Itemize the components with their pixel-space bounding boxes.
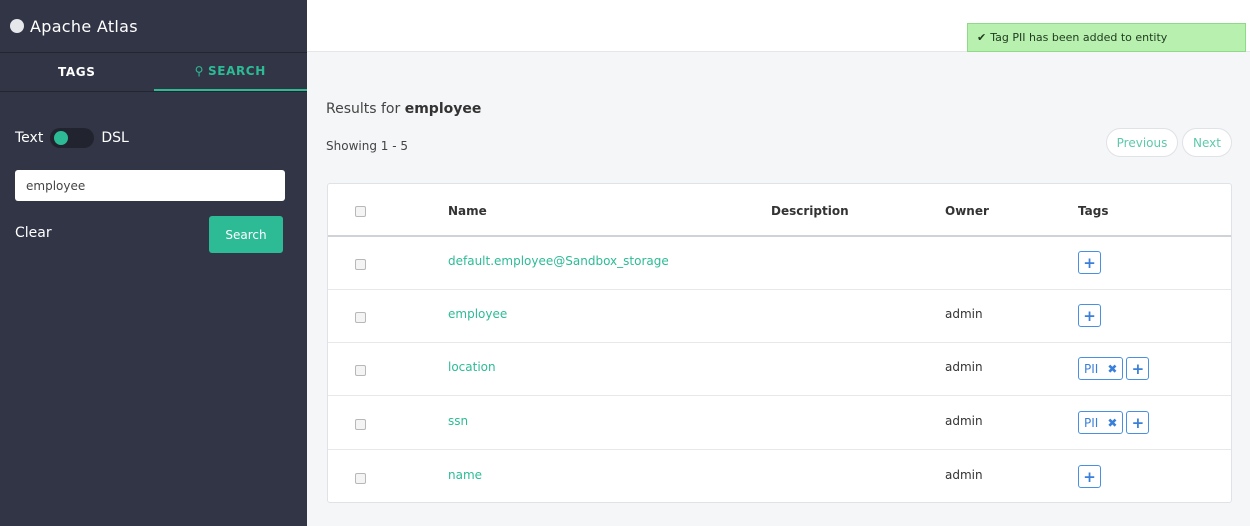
results-query: employee [404, 101, 482, 117]
results-table: Name Description Owner Tags default.empl… [327, 183, 1232, 503]
app-brand[interactable]: Apache Atlas [0, 0, 307, 53]
results-prefix: Results for [326, 101, 401, 117]
entity-link[interactable]: name [448, 468, 482, 482]
tag-label: PII [1084, 415, 1099, 430]
search-icon: ⚲ [194, 64, 205, 78]
entity-link[interactable]: location [448, 360, 496, 374]
select-all-checkbox[interactable] [355, 206, 366, 217]
sidebar: Apache Atlas TAGS ⚲SEARCH Text DSL Clear… [0, 0, 307, 526]
entity-link[interactable]: ssn [448, 414, 468, 428]
tag-badge[interactable]: PII ✖ [1078, 357, 1124, 380]
table-row: ssn admin PII ✖ + [328, 397, 1231, 450]
owner-cell: admin [945, 414, 983, 428]
showing-count: Showing 1 - 5 [326, 139, 408, 153]
toast-message: Tag PII has been added to entity [990, 31, 1168, 44]
row-checkbox[interactable] [355, 259, 366, 270]
col-tags: Tags [1078, 204, 1109, 218]
owner-cell: admin [945, 360, 983, 374]
app-title: Apache Atlas [30, 16, 138, 36]
col-owner[interactable]: Owner [945, 204, 989, 218]
next-button[interactable]: Next [1182, 128, 1232, 157]
row-checkbox[interactable] [355, 312, 366, 323]
col-name[interactable]: Name [448, 204, 487, 218]
globe-icon [10, 19, 24, 33]
check-circle-icon: ✔ [977, 31, 987, 44]
entity-link[interactable]: default.employee@Sandbox_storage [448, 254, 669, 268]
row-checkbox[interactable] [355, 365, 366, 376]
remove-tag-icon[interactable]: ✖ [1107, 416, 1117, 430]
row-checkbox[interactable] [355, 473, 366, 484]
search-button[interactable]: Search [209, 216, 283, 253]
add-tag-button[interactable]: + [1078, 251, 1101, 274]
tab-search[interactable]: ⚲ SEARCH [153, 53, 307, 91]
tag-badge[interactable]: PII ✖ [1078, 411, 1124, 434]
search-mode-toggle[interactable] [50, 128, 95, 148]
col-description[interactable]: Description [771, 204, 849, 218]
tag-label: PII [1084, 361, 1099, 376]
add-tag-button[interactable]: + [1078, 304, 1101, 327]
previous-button[interactable]: Previous [1106, 128, 1178, 157]
remove-tag-icon[interactable]: ✖ [1107, 362, 1117, 376]
row-checkbox[interactable] [355, 419, 366, 430]
toggle-label-dsl: DSL [101, 130, 129, 146]
add-tag-button[interactable]: + [1126, 411, 1150, 434]
table-header: Name Description Owner Tags [328, 184, 1231, 237]
table-row: location admin PII ✖ + [328, 343, 1231, 396]
tab-tags[interactable]: TAGS [0, 53, 154, 91]
add-tag-button[interactable]: + [1126, 357, 1150, 380]
results-heading: Results for employee [326, 101, 481, 117]
table-row: name admin + [328, 451, 1231, 504]
add-tag-button[interactable]: + [1078, 465, 1101, 488]
table-row: default.employee@Sandbox_storage + [328, 237, 1231, 290]
notification-toast: ✔ Tag PII has been added to entity [967, 23, 1246, 52]
table-row: employee admin + [328, 290, 1231, 343]
entity-link[interactable]: employee [448, 307, 507, 321]
owner-cell: admin [945, 307, 983, 321]
owner-cell: admin [945, 468, 983, 482]
clear-button[interactable]: Clear [15, 225, 52, 241]
search-input[interactable] [15, 170, 285, 201]
toggle-label-text: Text [15, 130, 44, 146]
tab-search-label: SEARCH [208, 64, 266, 78]
